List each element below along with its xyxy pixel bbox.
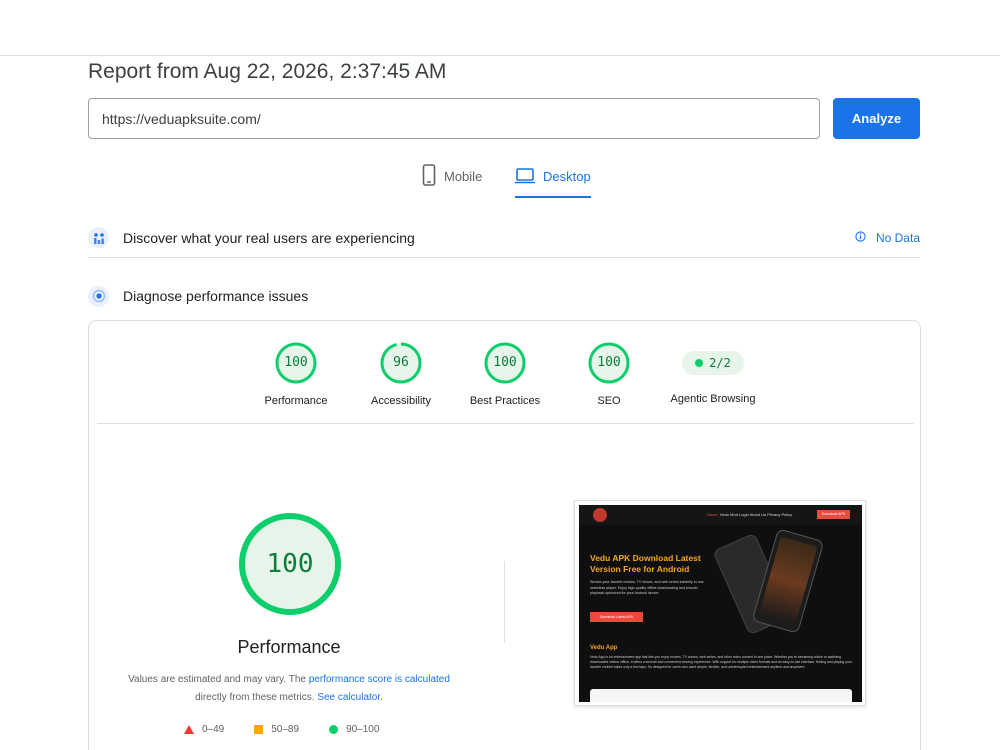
screenshot-hero-desc: Stream your favorite movies, TV shows, a… (590, 580, 704, 595)
score-gauges: 100 Performance 96 Accessibility 100 Bes… (89, 341, 920, 431)
nav-links: Vedu Mod Login About Us Privacy Policy (719, 512, 793, 517)
no-data-indicator[interactable]: No Data (855, 225, 920, 251)
legend-average-label: 50–89 (271, 723, 300, 735)
tab-desktop-label: Desktop (543, 169, 591, 184)
divider (97, 423, 914, 424)
legend-fail-label: 0–49 (202, 723, 225, 735)
note-text: Values are estimated and may vary. The (128, 674, 309, 685)
score-ring: 100 (274, 341, 318, 385)
tab-desktop[interactable]: Desktop (515, 164, 591, 198)
screenshot-nav-button: Download APK (817, 510, 850, 519)
orange-square-icon (254, 724, 264, 734)
laptop-icon (515, 164, 535, 189)
diagnose-title: Diagnose performance issues (123, 288, 309, 304)
screenshot-hero-button: Download Latest APK (590, 612, 643, 622)
score-ring: 100 (483, 341, 527, 385)
gauge-accessibility[interactable]: 96 Accessibility (346, 341, 456, 407)
score-label: SEO (597, 395, 621, 407)
vertical-divider (504, 561, 505, 643)
score-value: 100 (493, 355, 517, 370)
screenshot-app-desc: Vedu App is an entertainment app that le… (590, 655, 852, 669)
gauge-performance[interactable]: 100 Performance (241, 341, 351, 407)
people-chart-icon (88, 227, 109, 248)
phone-image (751, 528, 825, 634)
screenshot-bottom-panel (590, 689, 852, 702)
agentic-label: Agentic Browsing (670, 393, 756, 405)
analyze-button[interactable]: Analyze (833, 98, 920, 139)
tab-mobile-label: Mobile (444, 169, 483, 184)
score-value: 100 (597, 355, 621, 370)
note-text-2: directly from these metrics. (195, 692, 318, 703)
main-score-label: Performance (237, 637, 341, 657)
note-suffix: . (380, 692, 383, 703)
tab-mobile[interactable]: Mobile (422, 164, 482, 198)
score-value: 96 (393, 355, 409, 370)
gauge-best-practices[interactable]: 100 Best Practices (450, 341, 560, 407)
main-score-value: 100 (266, 549, 314, 579)
page-screenshot-image: Home Vedu Mod Login About Us Privacy Pol… (579, 505, 862, 702)
legend-pass-label: 90–100 (346, 723, 380, 735)
agentic-pill: 2/2 (682, 351, 744, 375)
score-label: Best Practices (469, 395, 541, 407)
mobile-phone-icon (422, 164, 436, 189)
score-value: 100 (284, 355, 308, 370)
site-logo-icon (593, 508, 607, 522)
real-users-section[interactable]: Discover what your real users are experi… (88, 218, 920, 258)
performance-score-link[interactable]: performance score is calculated (309, 674, 450, 685)
no-data-label: No Data (875, 231, 920, 245)
lighthouse-report-card: 100 Performance 96 Accessibility 100 Bes… (88, 320, 921, 750)
score-label: Accessibility (371, 395, 431, 407)
gauge-agentic-browsing[interactable]: 2/2 Agentic Browsing (658, 341, 768, 405)
diagnose-icon (88, 285, 109, 307)
score-ring: 96 (379, 341, 423, 385)
nav-home: Home (707, 512, 718, 517)
screenshot-hero-title: Vedu APK Download Latest Version Free fo… (590, 553, 701, 574)
red-triangle-icon (184, 724, 194, 734)
diagnose-section: Diagnose performance issues (88, 283, 920, 309)
info-icon (855, 231, 866, 245)
performance-main-gauge: 100 (237, 511, 343, 617)
green-circle-icon (329, 724, 339, 734)
final-screenshot[interactable]: Home Vedu Mod Login About Us Privacy Pol… (574, 500, 866, 706)
screenshot-nav-links: Home Vedu Mod Login About Us Privacy Pol… (707, 512, 792, 517)
agentic-value: 2/2 (709, 356, 731, 370)
legend-pass: 90–100 (329, 724, 379, 735)
pass-dot-icon (695, 359, 704, 367)
score-label: Performance (264, 395, 328, 407)
screenshot-app-title: Vedu App (590, 645, 618, 651)
score-legend: 0–49 50–89 90–100 (184, 721, 414, 737)
legend-average: 50–89 (254, 724, 299, 735)
score-note: Values are estimated and may vary. The p… (119, 671, 459, 707)
gauge-seo[interactable]: 100 SEO (554, 341, 664, 407)
see-calculator-link[interactable]: See calculator (317, 692, 380, 703)
report-title: Report from Aug 22, 2026, 2:37:45 AM (88, 60, 447, 83)
url-input[interactable] (88, 98, 820, 139)
screenshot-nav: Home Vedu Mod Login About Us Privacy Pol… (579, 505, 862, 525)
top-bar (0, 0, 1000, 56)
score-ring: 100 (587, 341, 631, 385)
legend-fail: 0–49 (184, 724, 224, 735)
real-users-title: Discover what your real users are experi… (123, 229, 415, 246)
